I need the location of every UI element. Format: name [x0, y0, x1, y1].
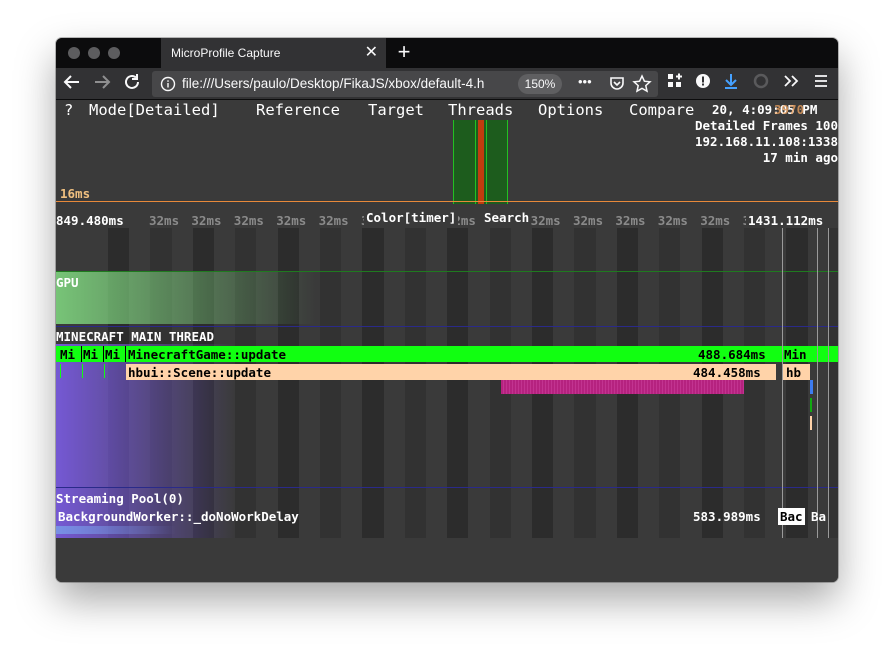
color-mode-button[interactable]: Color[timer]	[364, 210, 459, 225]
forward-arrow-icon[interactable]	[90, 72, 114, 96]
timeline-column	[744, 228, 766, 538]
frame-highlight	[478, 120, 484, 204]
search-button[interactable]: Search	[482, 210, 532, 225]
thread-label-gpu[interactable]: GPU	[56, 275, 79, 290]
sync-icon[interactable]	[750, 72, 772, 96]
time-tick-label: 32ms	[657, 213, 688, 228]
game-update-tail-label[interactable]: Min	[784, 347, 807, 362]
background-worker-name[interactable]: BackgroundWorker::_doNoWorkDelay	[58, 509, 299, 524]
capture-overlap-text: 3970	[774, 102, 805, 117]
streaming-activity	[56, 526, 176, 534]
url-bar[interactable]: file:///Users/paulo/Desktop/FikaJS/xbox/…	[152, 71, 658, 97]
reference-menu[interactable]: Reference	[256, 101, 340, 119]
threads-menu[interactable]: Threads	[448, 101, 513, 119]
connection-address: 192.168.11.108:1338	[695, 134, 838, 149]
timeline-column	[362, 228, 384, 538]
timeline-column	[320, 228, 342, 538]
time-tick-label: 32ms	[573, 213, 604, 228]
background-worker-time: 583.989ms	[693, 509, 761, 524]
gpu-activity	[56, 272, 316, 324]
zoom-window-button[interactable]	[108, 47, 120, 59]
time-tick-label: 32ms	[233, 213, 264, 228]
capture-age: 17 min ago	[762, 150, 838, 165]
frame-divider	[475, 120, 476, 204]
detailed-frames-count: Detailed Frames 100	[695, 118, 838, 133]
minimize-window-button[interactable]	[88, 47, 100, 59]
new-tab-button[interactable]: +	[392, 39, 416, 67]
zoom-level-button[interactable]: 150%	[518, 74, 562, 94]
url-text[interactable]: file:///Users/paulo/Desktop/FikaJS/xbox/…	[182, 76, 512, 91]
timeline-column	[828, 228, 838, 538]
time-tick-label: 32ms	[149, 213, 180, 228]
timeline-column	[447, 228, 469, 538]
options-menu[interactable]: Options	[538, 101, 603, 119]
streaming-separator	[56, 487, 838, 488]
background-worker-tail-label-2[interactable]: Ba	[811, 509, 826, 524]
back-arrow-icon[interactable]	[60, 72, 84, 96]
thread-label-main[interactable]: MINECRAFT MAIN THREAD	[56, 329, 214, 344]
small-bar-label[interactable]: Mi	[60, 347, 75, 362]
small-bar-label[interactable]: Mi	[83, 347, 98, 362]
small-bar-label[interactable]: Mi	[105, 347, 120, 362]
reload-icon[interactable]	[120, 72, 144, 96]
profiler-footer	[56, 538, 838, 582]
scene-update-name[interactable]: hbui::Scene::update	[128, 365, 271, 380]
timeline-column	[404, 228, 426, 538]
timeline-start: 849.480ms	[56, 213, 126, 228]
gpu-separator	[56, 271, 838, 272]
navigation-toolbar: file:///Users/paulo/Desktop/FikaJS/xbox/…	[56, 68, 838, 100]
timeline-column	[786, 228, 808, 538]
tab-title: MicroProfile Capture	[171, 46, 281, 60]
timeline-end: 1431.112ms	[746, 213, 824, 228]
time-tick-label: 32ms	[191, 213, 222, 228]
reference-label: 16ms	[60, 186, 91, 201]
help-menu[interactable]: ?	[64, 101, 73, 119]
thread-label-streaming[interactable]: Streaming Pool(0)	[56, 491, 184, 506]
time-tick-label: 32ms	[615, 213, 646, 228]
target-menu[interactable]: Target	[368, 101, 424, 119]
library-icon[interactable]	[664, 72, 686, 96]
game-update-time: 488.684ms	[698, 347, 766, 362]
child-timer-bar[interactable]	[501, 380, 744, 394]
game-update-name[interactable]: MinecraftGame::update	[128, 347, 286, 362]
overflow-chevron-icon[interactable]	[780, 72, 802, 96]
main-thread-separator	[56, 326, 838, 327]
background-worker-tail-label[interactable]: Bac	[778, 508, 805, 525]
account-icon[interactable]	[692, 72, 714, 96]
scene-update-tail-label[interactable]: hb	[786, 365, 801, 380]
browser-window: MicroProfile Capture ✕ + file:///Users/p…	[56, 38, 838, 582]
reference-line	[56, 201, 838, 202]
info-icon[interactable]	[160, 76, 176, 97]
tab-microprofile-capture[interactable]: MicroProfile Capture ✕	[161, 38, 386, 68]
downloads-icon[interactable]	[720, 72, 742, 96]
close-tab-icon[interactable]: ✕	[365, 42, 378, 62]
page-actions-icon[interactable]: •••	[578, 74, 592, 89]
tab-strip: MicroProfile Capture ✕ +	[56, 38, 838, 68]
scene-update-time: 484.458ms	[693, 365, 761, 380]
profiler-canvas[interactable]: 16ms ? Mode[Detailed] Reference Target T…	[56, 100, 838, 582]
time-tick-label: 32ms	[700, 213, 731, 228]
close-window-button[interactable]	[68, 47, 80, 59]
time-tick-label: 32ms	[276, 213, 307, 228]
compare-menu[interactable]: Compare	[629, 101, 694, 119]
time-tick-label: 32ms	[530, 213, 561, 228]
mode-menu[interactable]: Mode[Detailed]	[89, 101, 220, 119]
bookmark-star-icon[interactable]	[632, 74, 652, 99]
frame-divider	[486, 120, 487, 204]
pocket-icon[interactable]	[608, 75, 626, 98]
time-tick-label: 32ms	[318, 213, 349, 228]
hamburger-menu-icon[interactable]	[810, 72, 832, 96]
